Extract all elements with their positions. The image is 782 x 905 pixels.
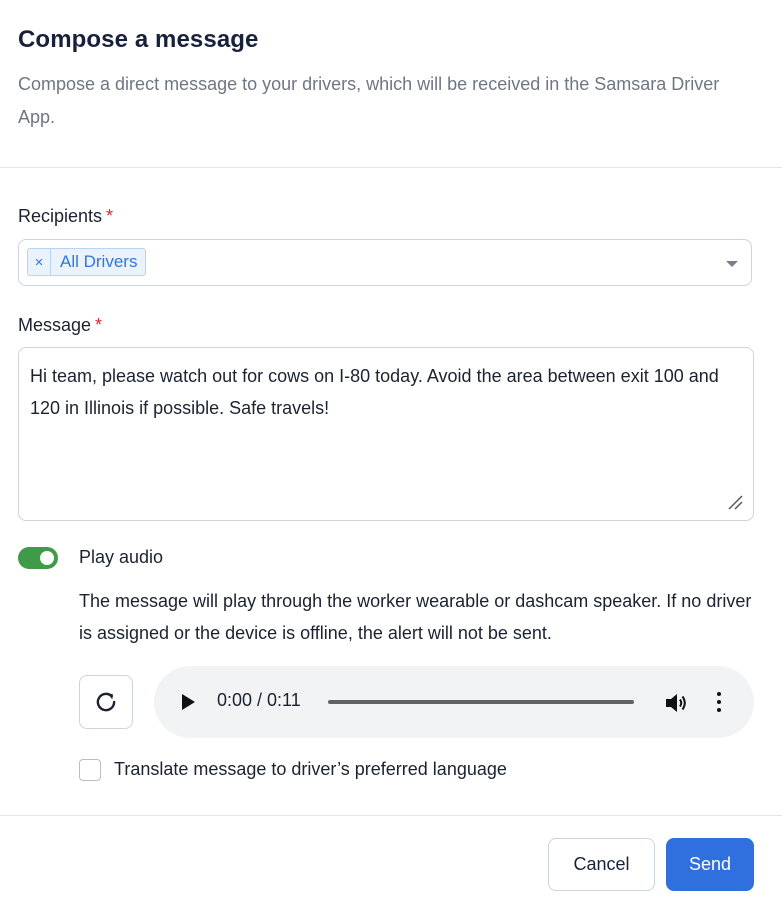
volume-icon[interactable] <box>664 692 688 714</box>
recipients-select[interactable]: × All Drivers <box>18 239 752 286</box>
message-label: Message * <box>18 315 102 336</box>
audio-time: 0:00 / 0:11 <box>217 690 301 710</box>
toggle-knob <box>40 551 54 565</box>
translate-checkbox[interactable] <box>79 759 101 781</box>
more-options-icon[interactable] <box>713 692 725 712</box>
message-text: Hi team, please watch out for cows on I-… <box>30 366 719 418</box>
recipient-chip-label: All Drivers <box>60 252 138 271</box>
message-label-text: Message <box>18 315 92 335</box>
send-button[interactable]: Send <box>666 838 754 891</box>
required-asterisk: * <box>95 315 103 335</box>
chip-remove-icon[interactable]: × <box>28 249 51 275</box>
audio-player: 0:00 / 0:11 <box>154 666 754 738</box>
play-audio-toggle[interactable] <box>18 547 58 569</box>
compose-message-dialog: Compose a message Compose a direct messa… <box>0 0 782 904</box>
dialog-header: Compose a message Compose a direct messa… <box>0 0 782 168</box>
cancel-button[interactable]: Cancel <box>548 838 655 891</box>
audio-progress-track[interactable] <box>328 700 634 704</box>
play-audio-description: The message will play through the worker… <box>79 591 752 643</box>
dialog-title: Compose a message <box>18 26 259 53</box>
play-audio-label: Play audio <box>79 547 164 567</box>
translate-checkbox-label: Translate message to driver’s preferred … <box>114 759 507 779</box>
resize-handle-icon[interactable] <box>727 494 743 510</box>
regenerate-audio-button[interactable] <box>79 675 133 729</box>
required-asterisk: * <box>106 206 114 226</box>
recipient-chip: × All Drivers <box>27 248 147 276</box>
chevron-down-icon[interactable] <box>726 261 738 267</box>
dialog-subtitle: Compose a direct message to your drivers… <box>18 74 720 127</box>
message-textarea[interactable]: Hi team, please watch out for cows on I-… <box>18 347 754 521</box>
play-icon[interactable] <box>182 694 195 710</box>
refresh-icon <box>96 692 116 712</box>
recipients-label: Recipients * <box>18 206 113 227</box>
dialog-footer: Cancel Send <box>0 815 782 905</box>
recipients-label-text: Recipients <box>18 206 103 226</box>
